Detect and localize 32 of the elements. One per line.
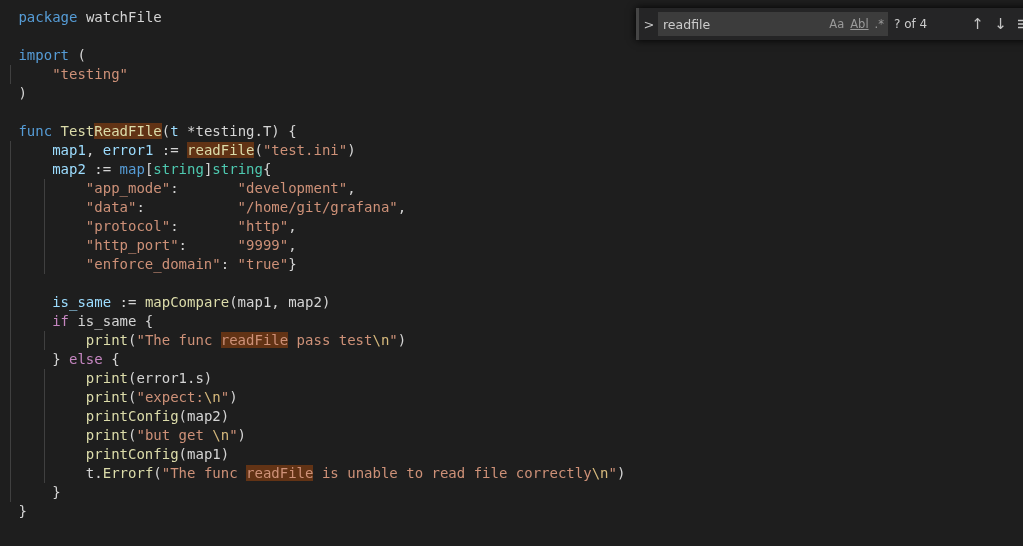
code-line: } [51,484,61,500]
code-line: printConfig(map2) [84,408,230,424]
code-line: "http_port": "9999", [84,237,297,253]
code-line: print("The func readFile pass test\n") [84,332,407,348]
code-line: "app_mode": "development", [84,180,356,196]
next-match-button[interactable]: ↓ [989,15,1012,33]
code-line: "testing" [51,66,128,82]
code-line: } [18,503,27,519]
regex-option[interactable]: .* [874,17,884,31]
code-line: import ( [18,47,86,63]
code-line: "enforce_domain": "true"} [84,256,297,272]
code-line: t.Errorf("The func readFile is unable to read file correctly\n") [84,465,626,481]
code-line: package watchFile [18,9,162,25]
whole-word-option[interactable]: Abl [850,17,869,31]
code-line: is_same := mapCompare(map1, map2) [51,294,331,310]
toggle-replace-button[interactable]: > [641,16,657,32]
code-line: print(error1.s) [84,370,213,386]
code-line: print("expect:\n") [84,389,238,405]
code-line: "protocol": "http", [84,218,297,234]
code-line: func TestReadFIle(t *testing.T) { [18,123,297,139]
code-line: "data": "/home/git/grafana", [84,199,407,215]
previous-match-button[interactable]: ↑ [966,15,989,33]
code-line: print("but get \n") [84,427,247,443]
match-case-option[interactable]: Aa [829,17,845,31]
code-line: map1, error1 := readFile("test.ini") [51,142,356,158]
code-line: if is_same { [51,313,154,329]
code-line: printConfig(map1) [84,446,230,462]
code-line: ) [18,85,27,101]
code-line: } else { [51,351,120,367]
find-input-field[interactable]: readfile Aa Abl .* [658,12,888,36]
code-line: map2 := map[string]string{ [51,161,272,177]
match-count: ? of 4 [894,17,929,31]
